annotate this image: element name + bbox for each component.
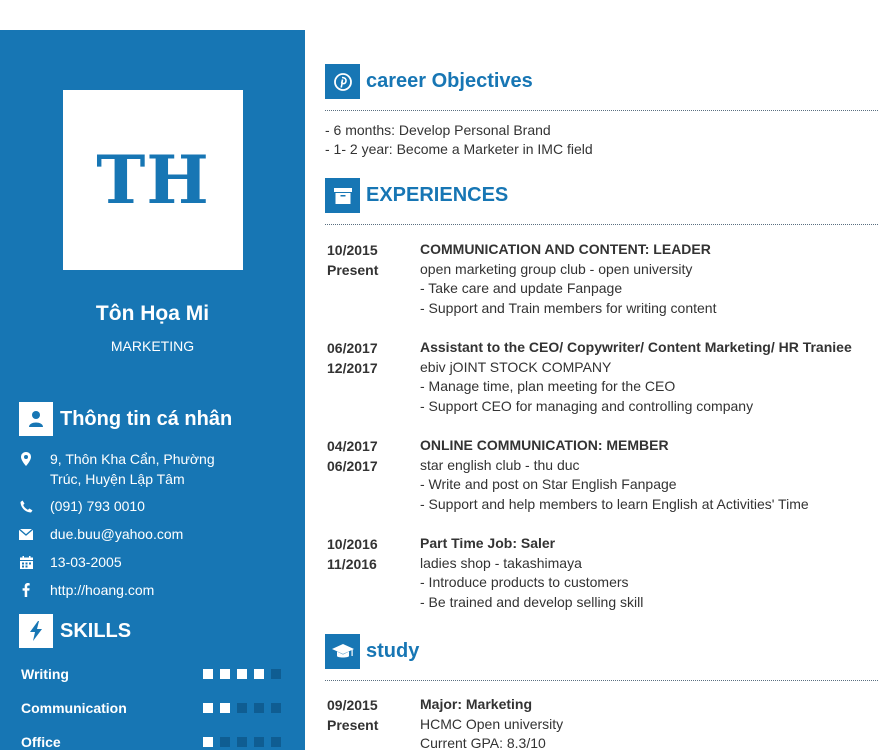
entry-detail: - Support CEO for managing and controlli… [420,397,754,414]
experiences-title: EXPERIENCES [366,184,509,206]
entry-start-date: 06/2017 [327,340,378,356]
section-divider [325,110,878,111]
entry-start-date: 10/2015 [327,242,378,258]
skill-level [196,669,281,679]
contact-birthday: 13-03-2005 [19,552,230,572]
entry-title: Part Time Job: Saler [420,535,556,551]
facebook-icon [19,580,33,600]
skill-name: Communication [21,700,127,716]
skill-dot-empty [254,703,264,713]
entry-start-date: 10/2016 [327,536,378,552]
birthday-text: 13-03-2005 [50,554,122,570]
contact-website: http://hoang.com [19,580,230,600]
profile-name: Tôn Họa Mi [95,302,210,325]
entry-title: Major: Marketing [420,696,533,712]
skill-dot-filled [203,703,213,713]
entry-organization: ladies shop - takashimaya [420,554,582,571]
skill-row: Writing [21,666,281,682]
study-heading: study [325,634,419,669]
skill-dot-empty [271,703,281,713]
skill-name: Office [21,734,61,750]
study-title: study [366,640,420,662]
avatar: TH [63,90,243,270]
website-link[interactable]: http://hoang.com [50,580,230,600]
user-icon [19,402,53,436]
skill-dot-filled [203,737,213,747]
entry-title: COMMUNICATION AND CONTENT: LEADER [420,241,711,257]
section-divider [325,224,878,225]
graduation-cap-icon [325,634,360,669]
entry-end-date: 06/2017 [327,458,378,474]
lightning-icon [19,614,53,648]
entry-start-date: 04/2017 [327,438,378,454]
objective-line: - 1- 2 year: Become a Marketer in IMC fi… [325,141,593,157]
entry-detail: - Support and Train members for writing … [420,299,717,316]
skill-dot-filled [254,669,264,679]
entry-end-date: 12/2017 [327,360,378,376]
contact-phone: (091) 793 0010 [19,496,230,516]
entry-detail: - Manage time, plan meeting for the CEO [420,378,676,394]
entry-end-date: Present [327,717,379,733]
entry-detail: - Write and post on Star English Fanpage [420,476,677,492]
email-text: due.buu@yahoo.com [50,526,184,542]
entry-organization: star english club - thu duc [420,456,580,473]
entry-detail: - Support and help members to learn Engl… [420,495,809,512]
skill-dot-empty [271,669,281,679]
avatar-initials: TH [96,141,210,219]
skill-dot-empty [220,737,230,747]
entry-organization: HCMC Open university [420,715,564,732]
entry-organization: open marketing group club - open univers… [420,260,693,277]
skill-row: Office [21,734,281,750]
objective-line: - 6 months: Develop Personal Brand [325,122,551,138]
phone-text: (091) 793 0010 [50,498,145,514]
skill-level [196,703,281,713]
skill-dot-empty [271,737,281,747]
entry-detail: - Be trained and develop selling skill [420,593,644,610]
contact-address: 9, Thôn Kha Cẩn, Phường Trúc, Huyện Lập … [19,449,230,489]
entry-end-date: Present [327,262,379,278]
archive-icon [325,178,360,213]
skill-dot-filled [203,669,213,679]
skill-name: Writing [21,666,69,682]
entry-title: Assistant to the CEO/ Copywriter/ Conten… [420,339,852,355]
address-line-1: 9, Thôn Kha Cẩn, Phường [50,451,215,467]
skill-dot-empty [254,737,264,747]
entry-start-date: 09/2015 [327,697,378,713]
skill-dot-filled [220,703,230,713]
skill-dot-filled [220,669,230,679]
experiences-heading: EXPERIENCES [325,178,508,213]
entry-title: ONLINE COMMUNICATION: MEMBER [420,437,669,453]
skill-dot-empty [237,737,247,747]
skill-dot-empty [237,703,247,713]
contact-email: due.buu@yahoo.com [19,524,230,544]
objectives-heading: career Objectives [325,64,533,99]
sidebar: TH Tôn Họa Mi MARKETING Thông tin cá nhâ… [0,30,305,750]
personal-info-heading: Thông tin cá nhân [19,402,232,436]
skill-row: Communication [21,700,281,716]
profile-role: MARKETING [110,338,195,354]
map-marker-icon [19,449,33,469]
personal-info-title: Thông tin cá nhân [60,407,233,430]
skills-title: SKILLS [60,619,132,642]
pinterest-icon [325,64,360,99]
section-divider [325,680,878,681]
entry-gpa: Current GPA: 8.3/10 [420,735,546,750]
calendar-icon [19,552,33,572]
envelope-icon [19,524,33,544]
entry-organization: ebiv jOINT STOCK COMPANY [420,358,612,375]
phone-icon [19,496,33,516]
entry-detail: - Take care and update Fanpage [420,280,623,296]
skill-level [196,737,281,747]
skills-heading: SKILLS [19,614,131,648]
address-line-2: Trúc, Huyện Lập Tâm [50,471,185,487]
entry-end-date: 11/2016 [327,556,377,572]
entry-detail: - Introduce products to customers [420,574,629,590]
skill-dot-filled [237,669,247,679]
objectives-title: career Objectives [366,70,533,92]
